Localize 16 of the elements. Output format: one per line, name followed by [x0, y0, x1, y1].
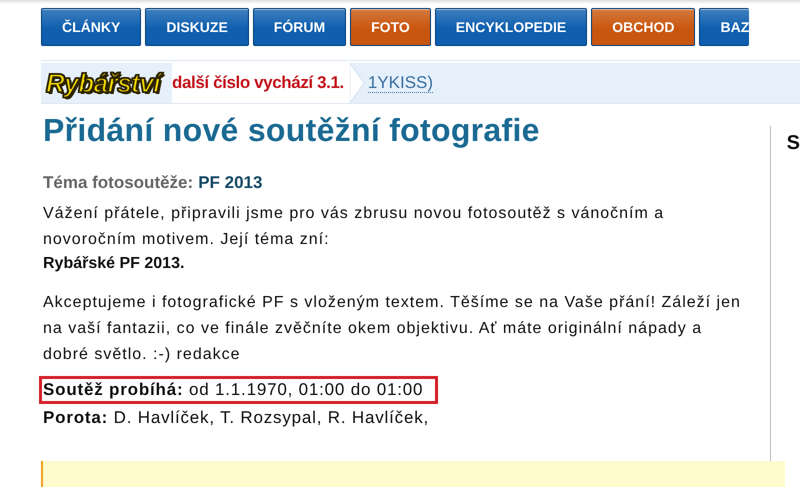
page-heading: Přidání nové soutěžní fotografie	[43, 112, 541, 149]
nav-tab[interactable]: ENCYKLOPEDIE	[434, 8, 588, 46]
nav-tab[interactable]: DISKUZE	[145, 8, 249, 46]
detail-line: Porota: D. Havlíček, T. Rozsypal, R. Havlíček,	[42, 407, 430, 429]
nav-tab[interactable]: ČLÁNKY	[41, 8, 142, 46]
nav-tab[interactable]: OBCHOD	[591, 8, 696, 46]
sidebar-heading: S	[786, 132, 800, 155]
ticker-link[interactable]: 1YKISS)	[368, 74, 434, 92]
nav-tab[interactable]: FOTO	[350, 8, 431, 46]
theme-label: Téma fotosoutěže:	[43, 173, 194, 193]
body-paragraph: Akceptujeme i fotografické PF s vloženým textem. Těšíme se na Vaše přání! Záleží jen na vaší fantazii, co ve finále zvěčníte okem objektivu. Ať máte originální nápady a dobré světlo. :-) redakce	[43, 293, 742, 365]
nav-tab[interactable]: BAZ	[699, 8, 750, 46]
theme-name: Rybářské PF 2013.	[43, 254, 186, 274]
theme-value: PF 2013	[198, 173, 262, 193]
intro-paragraph: Vážení přátele, připravili jsme pro vás zbrusu novou fotosoutěž s vánočním a novoročním motivem. Její téma zní:	[43, 204, 666, 250]
nav-tab[interactable]: FÓRUM	[252, 8, 346, 46]
